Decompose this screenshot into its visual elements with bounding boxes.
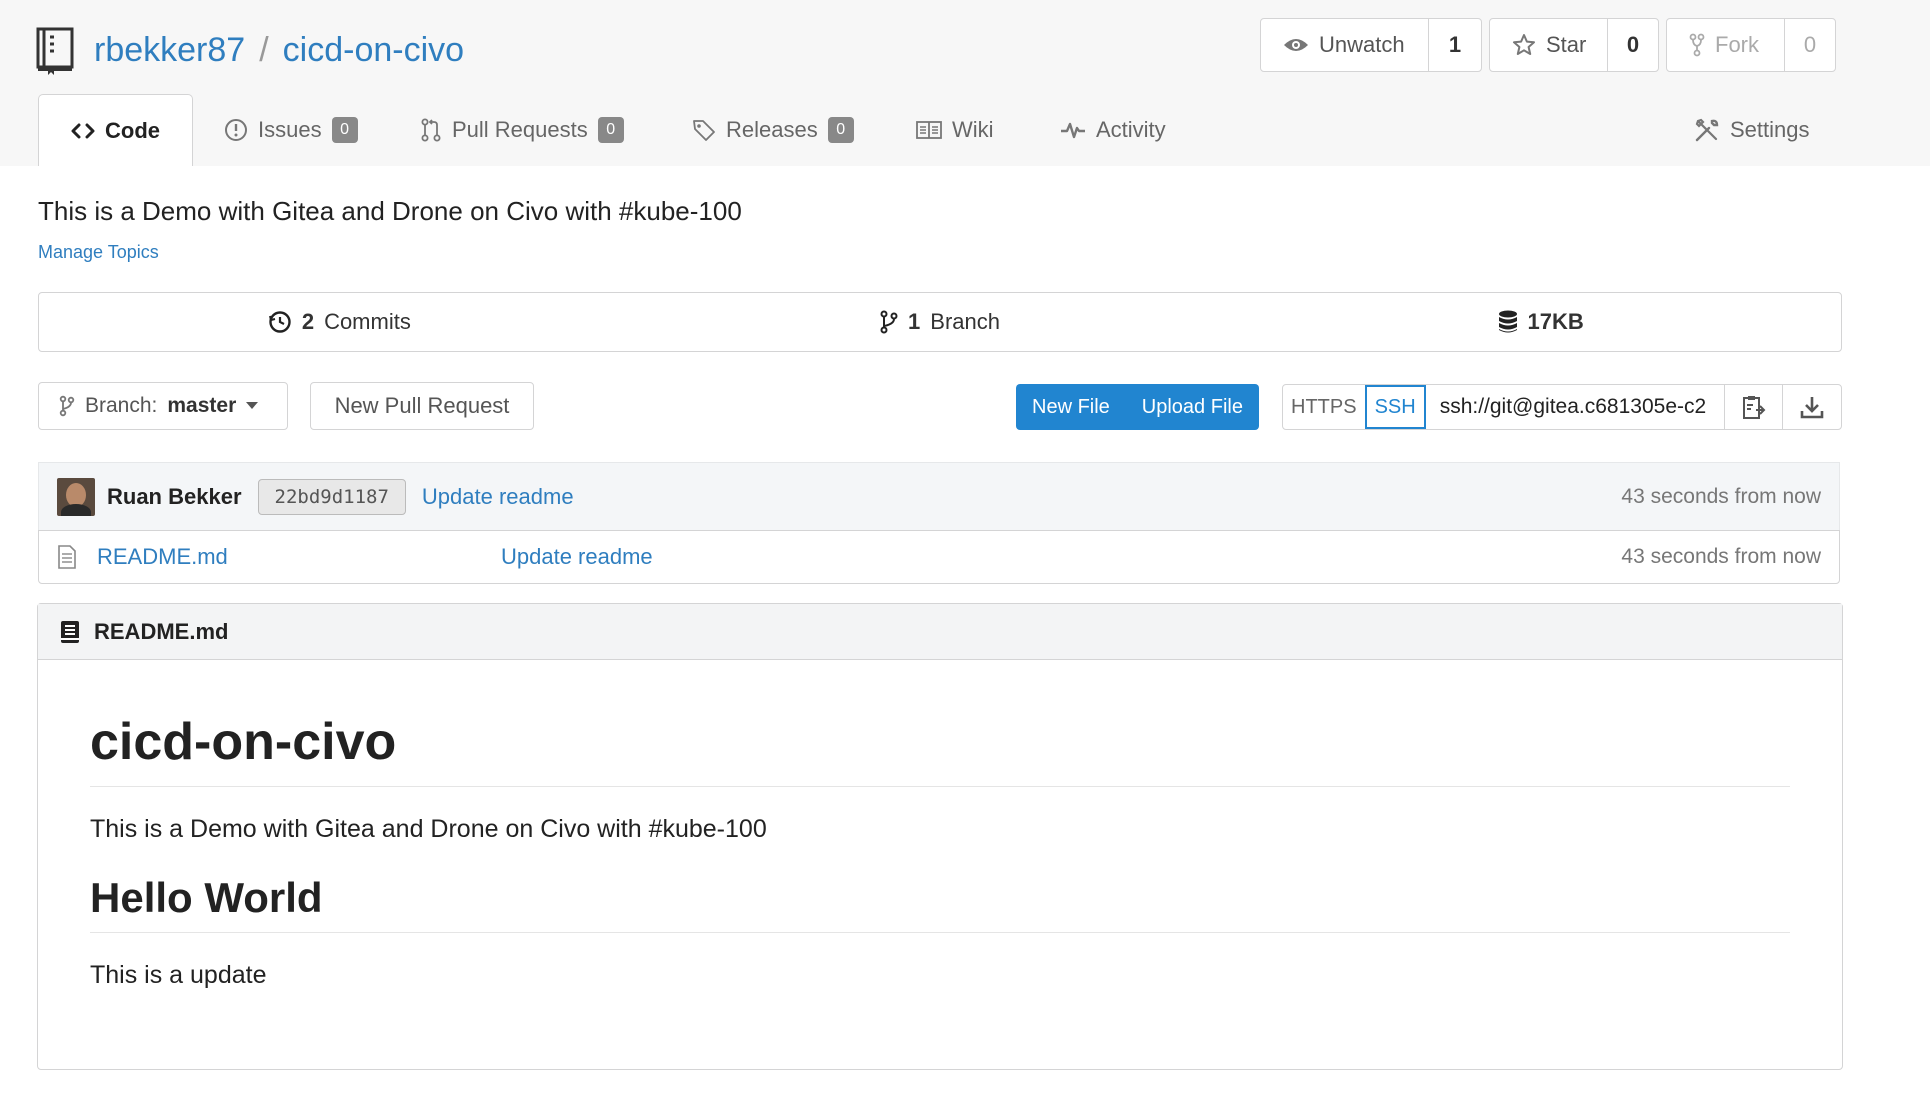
pull-request-icon: [420, 118, 442, 142]
tab-wiki[interactable]: Wiki: [916, 94, 994, 166]
star-group: Star 0: [1489, 18, 1659, 72]
tag-icon: [692, 118, 716, 142]
commits-stat[interactable]: 2 Commits: [39, 293, 640, 351]
clone-panel: HTTPS SSH ssh://git@gitea.c681305e-c2: [1282, 384, 1842, 430]
issues-count-badge: 0: [331, 117, 358, 143]
size-stat: 17KB: [1240, 293, 1841, 351]
fork-label: Fork: [1715, 32, 1759, 57]
repo-title-separator: /: [259, 31, 269, 69]
tab-code-label: Code: [105, 117, 160, 143]
branch-icon: [59, 395, 75, 417]
tab-activity-label: Activity: [1096, 117, 1166, 142]
tab-issues-label: Issues: [258, 117, 322, 142]
readme-paragraph-2: This is a update: [90, 961, 267, 989]
repo-stats-bar: 2 Commits 1 Branch 17KB: [38, 292, 1842, 352]
branches-count: 1: [908, 309, 921, 334]
code-icon: [71, 122, 95, 140]
repo-title: rbekker87 / cicd-on-civo: [94, 28, 464, 72]
unwatch-button[interactable]: Unwatch: [1261, 19, 1429, 71]
history-icon: [268, 310, 292, 334]
tools-icon: [1694, 117, 1720, 143]
branch-dropdown[interactable]: Branch: master: [38, 382, 288, 430]
repo-size: 17KB: [1527, 309, 1584, 334]
fork-icon: [1689, 33, 1705, 57]
tab-activity[interactable]: Activity: [1060, 94, 1166, 166]
branch-icon: [880, 310, 898, 334]
tab-pull-requests-label: Pull Requests: [452, 117, 588, 142]
fork-group: Fork 0: [1666, 18, 1836, 72]
ssh-button[interactable]: SSH: [1364, 385, 1426, 429]
file-name-link[interactable]: README.md: [97, 544, 501, 570]
readme-panel: README.md cicd-on-civo This is a Demo wi…: [37, 603, 1843, 1070]
commit-time: 43 seconds from now: [1621, 484, 1821, 508]
star-button[interactable]: Star: [1490, 19, 1608, 71]
watch-group: Unwatch 1: [1260, 18, 1482, 72]
watch-count[interactable]: 1: [1429, 19, 1481, 71]
file-actions: New File Upload File: [1016, 384, 1259, 430]
avatar[interactable]: [57, 477, 95, 516]
tab-settings-label: Settings: [1730, 117, 1810, 142]
repo-owner-link[interactable]: rbekker87: [94, 31, 245, 69]
download-icon: [1800, 395, 1824, 419]
commits-label: Commits: [324, 309, 411, 334]
https-button[interactable]: HTTPS: [1283, 385, 1365, 429]
star-label: Star: [1546, 32, 1587, 57]
tab-pull-requests[interactable]: Pull Requests 0: [420, 94, 624, 166]
download-archive-button[interactable]: [1783, 385, 1841, 429]
upload-file-button[interactable]: Upload File: [1126, 384, 1259, 430]
branches-label: Branch: [930, 309, 1000, 334]
readme-content: cicd-on-civo This is a Demo with Gitea a…: [38, 712, 1842, 990]
latest-commit-row: Ruan Bekker 22bd9d1187 Update readme 43 …: [38, 462, 1840, 530]
tab-code[interactable]: Code: [38, 94, 193, 166]
unwatch-label: Unwatch: [1319, 32, 1405, 57]
clone-url-input[interactable]: ssh://git@gitea.c681305e-c2: [1426, 385, 1725, 429]
commits-count: 2: [301, 309, 315, 334]
file-commit-time: 43 seconds from now: [1621, 545, 1821, 568]
book-icon: [60, 620, 80, 644]
commit-message-link[interactable]: Update readme: [422, 484, 574, 510]
tab-wiki-label: Wiki: [952, 117, 994, 142]
branches-stat[interactable]: 1 Branch: [640, 293, 1241, 351]
book-icon: [916, 120, 942, 140]
tab-issues[interactable]: Issues 0: [224, 94, 358, 166]
database-icon: [1498, 310, 1518, 334]
readme-paragraph-1: This is a Demo with Gitea and Drone on C…: [90, 815, 767, 843]
readme-heading-2: Hello World: [90, 874, 1790, 933]
branch-prefix: Branch:: [85, 394, 158, 417]
clippy-icon: [1742, 394, 1766, 420]
tab-settings[interactable]: Settings: [1694, 94, 1810, 166]
readme-heading-1: cicd-on-civo: [90, 712, 1790, 787]
table-row: README.md Update readme 43 seconds from …: [38, 530, 1840, 584]
branch-name: master: [167, 394, 237, 417]
releases-count-badge: 0: [827, 117, 854, 143]
repo-book-icon: [36, 27, 76, 75]
manage-topics-link[interactable]: Manage Topics: [38, 242, 159, 263]
pulse-icon: [1060, 120, 1086, 140]
star-count[interactable]: 0: [1608, 19, 1658, 71]
repo-description: This is a Demo with Gitea and Drone on C…: [38, 196, 742, 226]
fork-count[interactable]: 0: [1785, 19, 1835, 71]
repo-name-link[interactable]: cicd-on-civo: [283, 31, 464, 69]
caret-down-icon: [246, 402, 259, 410]
pulls-count-badge: 0: [597, 117, 624, 143]
star-icon: [1512, 33, 1536, 57]
tab-releases-label: Releases: [726, 117, 818, 142]
commit-sha-button[interactable]: 22bd9d1187: [257, 478, 406, 515]
eye-icon: [1283, 36, 1309, 54]
commit-author[interactable]: Ruan Bekker: [107, 484, 242, 510]
readme-filename: README.md: [94, 618, 229, 644]
new-file-button[interactable]: New File: [1016, 384, 1126, 430]
copy-clone-url-button[interactable]: [1725, 385, 1783, 429]
new-pull-request-button[interactable]: New Pull Request: [310, 382, 534, 430]
file-text-icon: [57, 545, 77, 569]
issue-opened-icon: [224, 118, 248, 142]
tab-releases[interactable]: Releases 0: [692, 94, 854, 166]
file-commit-message-link[interactable]: Update readme: [501, 544, 653, 570]
readme-header: README.md: [38, 604, 1842, 660]
fork-button[interactable]: Fork: [1667, 19, 1785, 71]
